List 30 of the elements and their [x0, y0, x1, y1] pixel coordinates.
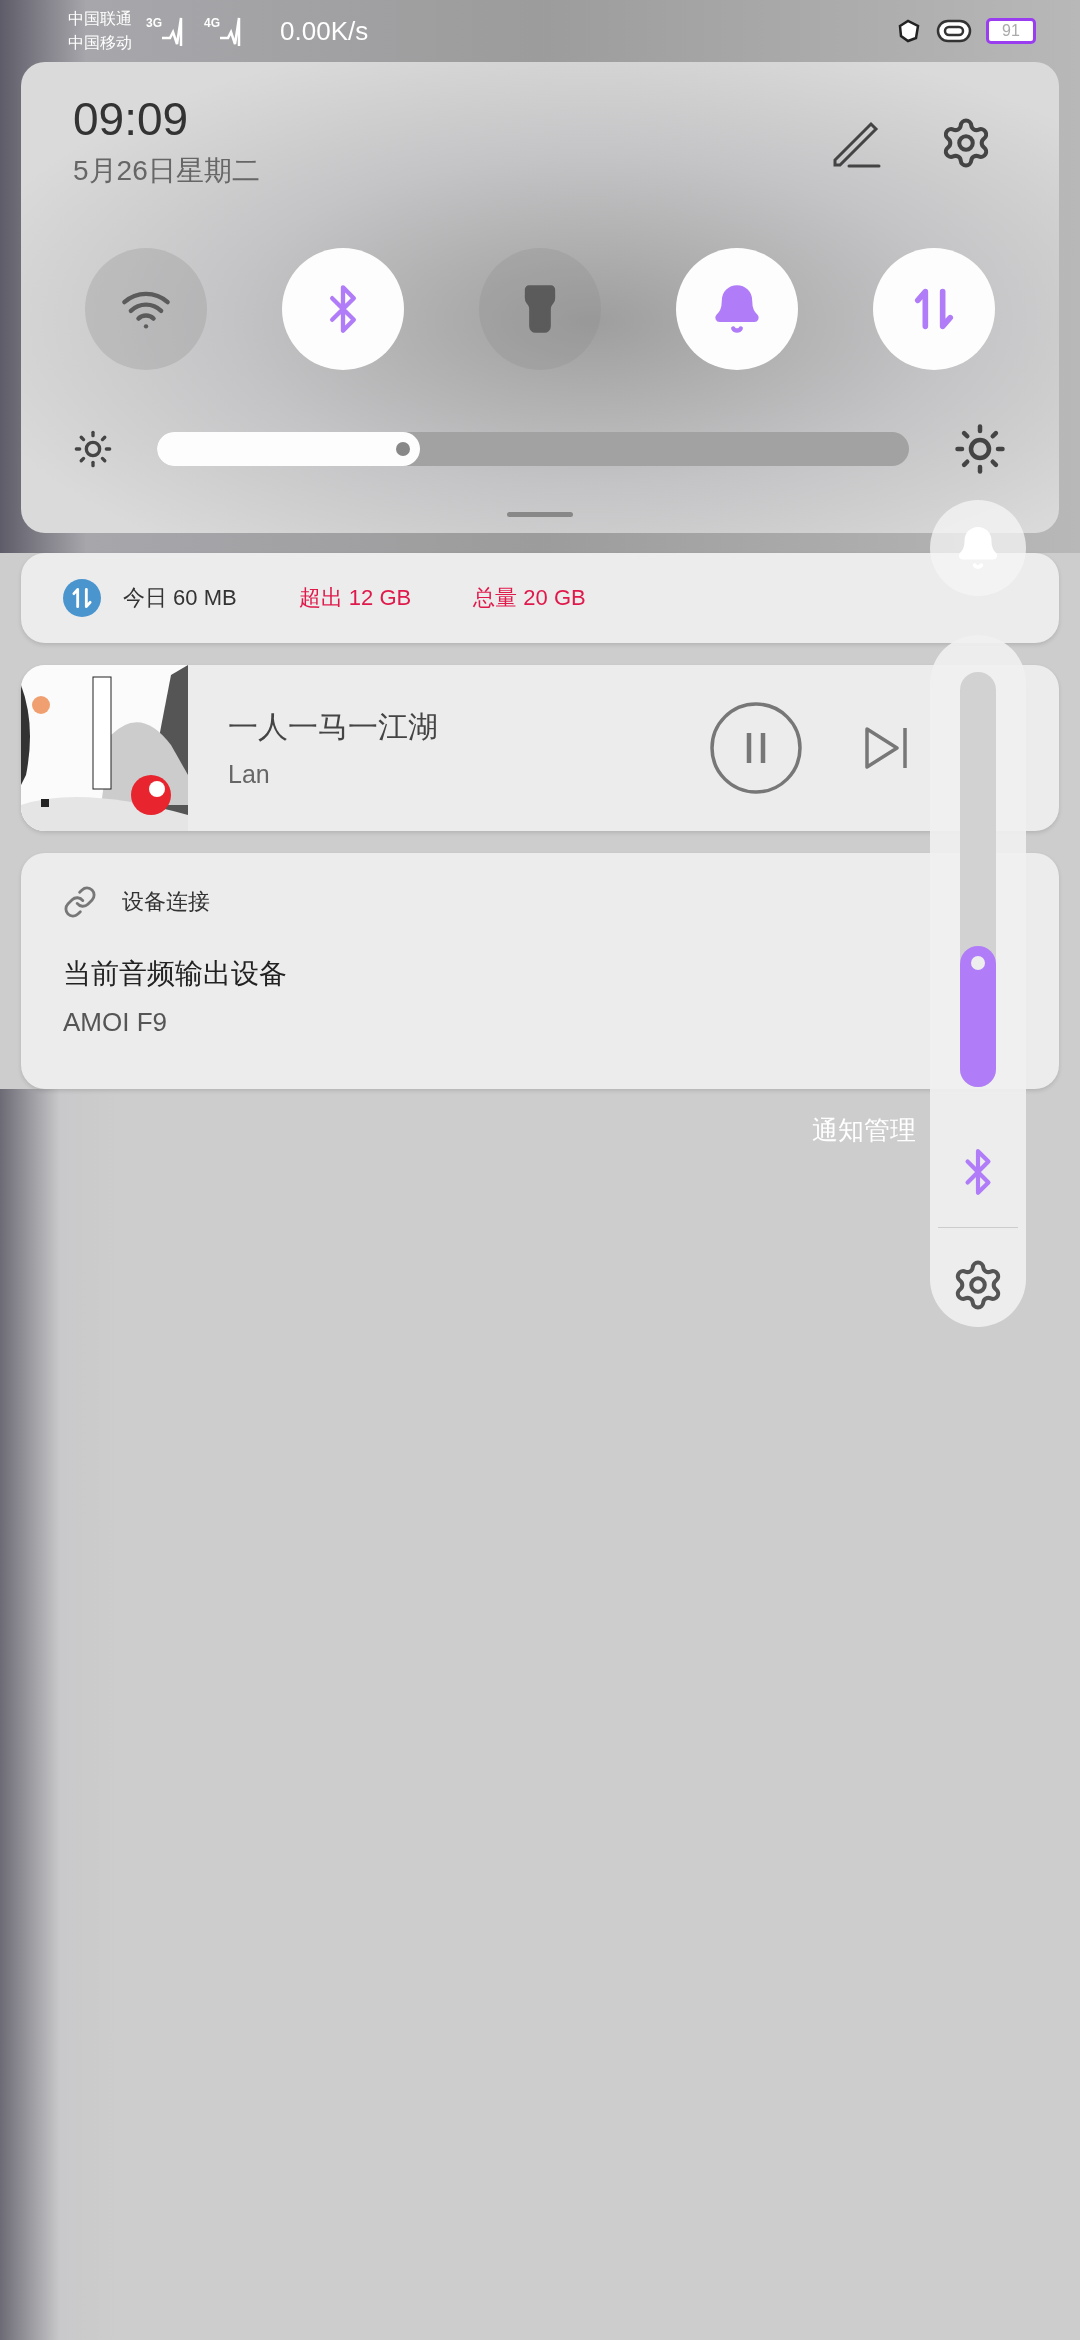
network-speed: 0.00K/s	[280, 15, 369, 47]
network-type: 4G	[204, 16, 221, 30]
song-title: 一人一马一江湖	[228, 709, 439, 745]
data-over: 超出 12 GB	[298, 584, 412, 612]
brightness-fill[interactable]	[157, 432, 421, 466]
next-button[interactable]	[863, 725, 909, 771]
pause-button[interactable]	[709, 701, 803, 795]
media-card[interactable]: 一人一马一江湖 Lan	[21, 665, 1059, 831]
battery-level: 91	[986, 18, 1036, 44]
artist-name: Lan	[228, 760, 271, 789]
drag-handle[interactable]	[507, 512, 573, 517]
data-total: 总量 20 GB	[473, 584, 586, 612]
brightness-slider[interactable]	[157, 432, 909, 466]
volume-fill[interactable]	[960, 945, 996, 1087]
device-card[interactable]: 设备连接 当前音频输出设备 AMOI F9	[21, 853, 1059, 1089]
data-usage-card[interactable]: 今日 60 MB 超出 12 GB 总量 20 GB	[21, 553, 1059, 643]
status-icon	[896, 18, 922, 44]
link-icon	[63, 885, 97, 919]
device-name: AMOI F9	[63, 1007, 167, 1038]
carrier-name: 中国移动	[68, 33, 132, 53]
device-card-title: 当前音频输出设备	[63, 957, 287, 991]
network-type: 3G	[146, 16, 162, 30]
brightness-high-icon	[953, 422, 1007, 476]
data-today: 今日 60 MB	[123, 584, 237, 612]
device-card-header: 设备连接	[122, 888, 210, 916]
date-text: 5月26日星期二	[73, 154, 260, 188]
volume-slider[interactable]	[960, 672, 996, 1087]
carrier-name: 中国联通	[68, 9, 132, 29]
brightness-low-icon	[73, 429, 113, 469]
clock-time: 09:09	[73, 92, 190, 146]
